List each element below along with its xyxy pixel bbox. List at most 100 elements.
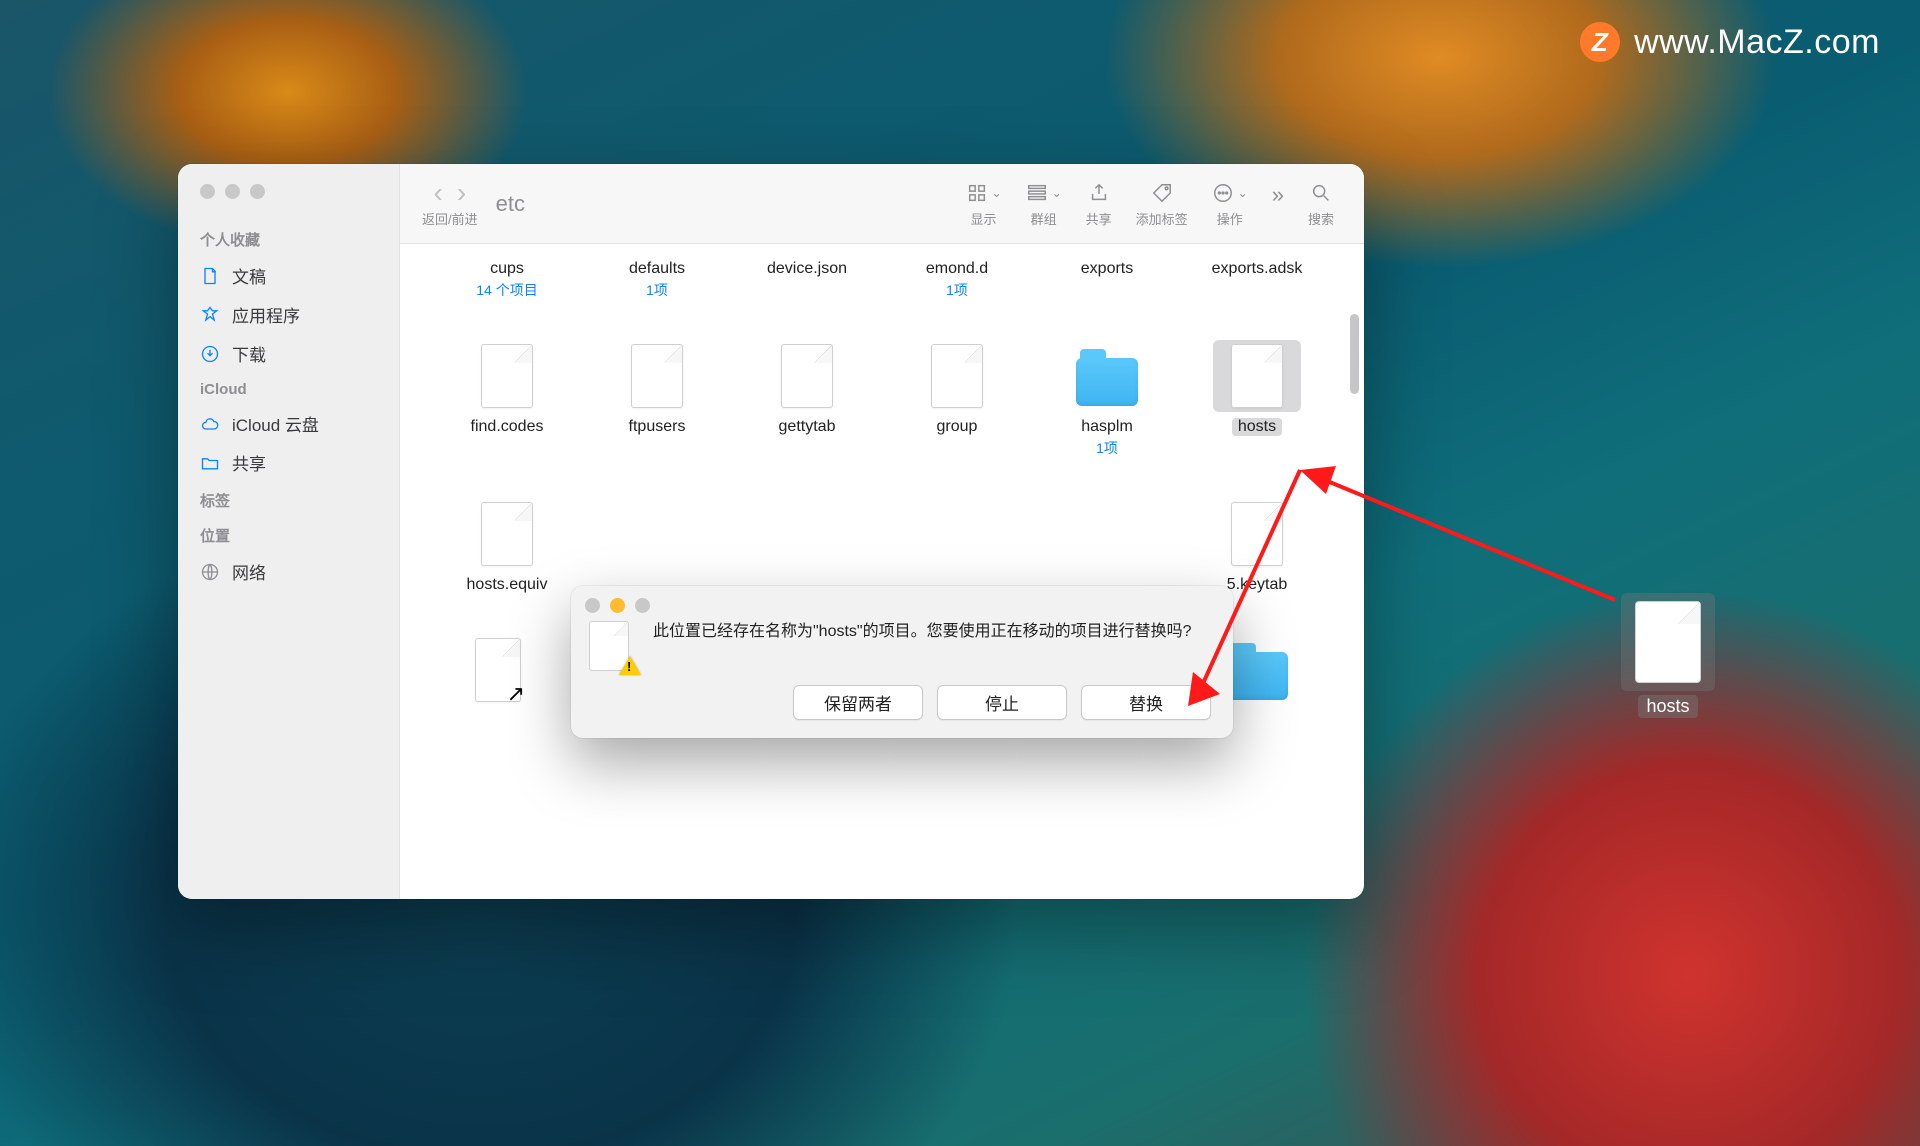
file-item-hosts[interactable]: hosts — [1182, 340, 1332, 458]
action-icon — [1212, 182, 1234, 204]
file-name: cups — [490, 260, 524, 278]
file-name: hosts.equiv — [467, 576, 548, 594]
minimize-dot[interactable] — [610, 598, 625, 613]
file-name: ftpusers — [629, 418, 686, 436]
watermark: Z www.MacZ.com — [1580, 22, 1880, 62]
replace-dialog: 此位置已经存在名称为"hosts"的项目。您要使用正在移动的项目进行替换吗? 保… — [571, 586, 1233, 738]
finder-main: ‹› 返回/前进 etc ⌄ 显示 ⌄ 群组 共享 添加标签 ⌄ — [400, 164, 1364, 899]
file-item-emond-d[interactable]: emond.d 1项 — [882, 254, 1032, 300]
sidebar-head-icloud: iCloud — [178, 373, 399, 404]
file-item-hasplm[interactable]: hasplm1项 — [1032, 340, 1182, 458]
file-item-exports-adsk[interactable]: exports.adsk — [1182, 254, 1332, 300]
file-icon — [1231, 344, 1283, 408]
tool-view[interactable]: ⌄ 显示 — [966, 179, 1002, 228]
sidebar-item-shared[interactable]: 共享 — [178, 443, 399, 482]
dialog-icon — [589, 621, 639, 671]
file-name: gettytab — [779, 418, 836, 436]
tool-search[interactable]: 搜索 — [1308, 179, 1334, 228]
forward-icon[interactable]: › — [457, 179, 466, 207]
sidebar-head-tags: 标签 — [178, 482, 399, 517]
file-name: defaults — [629, 260, 685, 278]
close-dot[interactable] — [200, 184, 215, 199]
file-item-group[interactable]: group — [882, 340, 1032, 458]
file-item-find-codes[interactable]: find.codes — [432, 340, 582, 458]
file-name: device.json — [767, 260, 847, 278]
file-name: exports.adsk — [1212, 260, 1303, 278]
replace-button[interactable]: 替换 — [1081, 685, 1211, 720]
cloud-icon — [200, 414, 220, 434]
file-name: exports — [1081, 260, 1133, 278]
file-item-alias[interactable]: ↗ — [432, 634, 582, 712]
dialog-window-controls[interactable] — [571, 586, 1233, 617]
tool-label: 共享 — [1086, 209, 1112, 228]
window-title: etc — [496, 191, 525, 217]
folder-icon — [200, 453, 220, 473]
sidebar-item-label: 下载 — [232, 341, 266, 366]
tool-action[interactable]: ⌄ 操作 — [1212, 179, 1248, 228]
tool-label: 添加标签 — [1136, 209, 1188, 228]
sidebar-item-applications[interactable]: 应用程序 — [178, 295, 399, 334]
tool-label — [1276, 211, 1280, 226]
finder-window: 个人收藏 文稿 应用程序 下载 iCloud iCloud 云盘 共享 标签 位… — [178, 164, 1364, 899]
tool-label: 群组 — [1031, 209, 1057, 228]
window-controls[interactable] — [178, 170, 399, 221]
back-icon[interactable]: ‹ — [433, 179, 442, 207]
share-icon — [1088, 182, 1110, 204]
tool-group-by[interactable]: ⌄ 群组 — [1026, 179, 1062, 228]
file-name: hasplm — [1081, 418, 1133, 436]
file-meta: 1项 — [646, 280, 668, 300]
minimize-dot[interactable] — [225, 184, 240, 199]
file-item-gettytab[interactable]: gettytab — [732, 340, 882, 458]
finder-toolbar: ‹› 返回/前进 etc ⌄ 显示 ⌄ 群组 共享 添加标签 ⌄ — [400, 164, 1364, 244]
watermark-badge: Z — [1580, 22, 1620, 62]
file-item-ftpusers[interactable]: ftpusers — [582, 340, 732, 458]
file-name: group — [937, 418, 978, 436]
tag-icon — [1151, 182, 1173, 204]
desktop-file-hosts[interactable]: hosts — [1621, 593, 1715, 718]
zoom-dot[interactable] — [250, 184, 265, 199]
file-item-gap — [1032, 498, 1182, 594]
warning-icon — [619, 656, 641, 675]
tool-label: 操作 — [1217, 209, 1243, 228]
file-icon — [931, 344, 983, 408]
sidebar-item-label: 文稿 — [232, 263, 266, 288]
finder-sidebar: 个人收藏 文稿 应用程序 下载 iCloud iCloud 云盘 共享 标签 位… — [178, 164, 400, 899]
file-name: hosts — [1638, 695, 1697, 718]
file-item-hosts-equiv[interactable]: hosts.equiv — [432, 498, 582, 594]
file-icon — [631, 344, 683, 408]
tool-share[interactable]: 共享 — [1086, 179, 1112, 228]
search-icon — [1310, 182, 1332, 204]
file-grid-wrap: cups 14 个项目 defaults 1项 device.json emond.… — [400, 244, 1364, 899]
close-dot[interactable] — [585, 598, 600, 613]
file-item-exports[interactable]: exports — [1032, 254, 1182, 300]
sidebar-item-network[interactable]: 网络 — [178, 552, 399, 591]
file-meta: 14 个项目 — [476, 280, 537, 300]
keep-both-button[interactable]: 保留两者 — [793, 685, 923, 720]
sidebar-item-downloads[interactable]: 下载 — [178, 334, 399, 373]
file-item-gap — [582, 498, 732, 594]
app-icon — [200, 305, 220, 325]
file-name: emond.d — [926, 260, 988, 278]
file-item-cups[interactable]: cups 14 个项目 — [432, 254, 582, 300]
sidebar-item-documents[interactable]: 文稿 — [178, 256, 399, 295]
dialog-message: 此位置已经存在名称为"hosts"的项目。您要使用正在移动的项目进行替换吗? — [653, 621, 1192, 671]
file-item-device-json[interactable]: device.json — [732, 254, 882, 300]
sidebar-item-label: 应用程序 — [232, 302, 300, 327]
file-item-keytab[interactable]: 5.keytab — [1182, 498, 1332, 594]
file-icon — [781, 344, 833, 408]
file-item-defaults[interactable]: defaults 1项 — [582, 254, 732, 300]
tool-tags[interactable]: 添加标签 — [1136, 179, 1188, 228]
folder-icon — [1076, 358, 1138, 406]
tool-overflow[interactable]: » — [1272, 181, 1284, 226]
zoom-dot[interactable] — [635, 598, 650, 613]
file-meta: 1项 — [946, 280, 968, 300]
tool-label: 显示 — [971, 209, 997, 228]
group-icon — [1026, 182, 1048, 204]
sidebar-head-favorites: 个人收藏 — [178, 221, 399, 256]
stop-button[interactable]: 停止 — [937, 685, 1067, 720]
vertical-scrollbar[interactable] — [1350, 314, 1359, 394]
file-item-gap — [882, 498, 1032, 594]
watermark-text: www.MacZ.com — [1634, 23, 1880, 62]
nav-back-forward[interactable]: ‹› 返回/前进 — [422, 179, 478, 228]
sidebar-item-icloud-drive[interactable]: iCloud 云盘 — [178, 404, 399, 443]
